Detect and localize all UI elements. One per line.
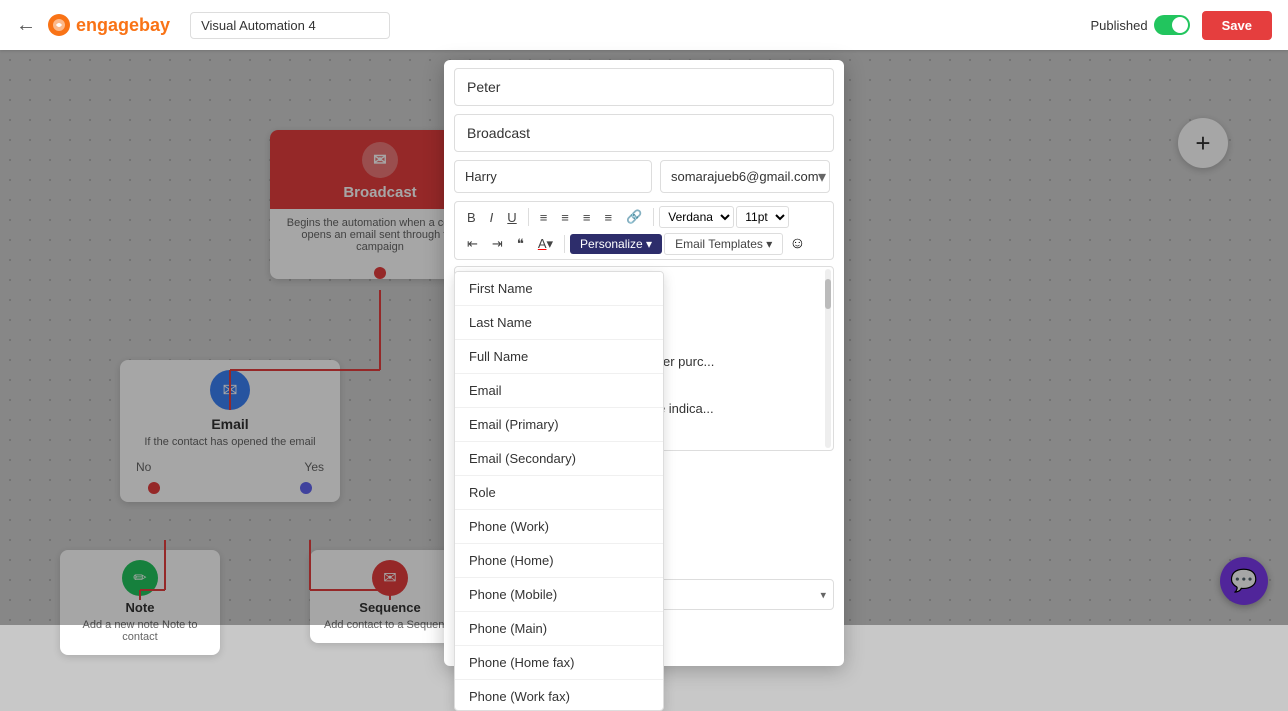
sep3 — [564, 235, 565, 253]
save-button[interactable]: Save — [1202, 11, 1272, 40]
text-color-button[interactable]: A▾ — [532, 233, 559, 255]
personalize-item[interactable]: Phone (Main) — [455, 612, 663, 646]
emoji-button[interactable]: ☺ — [785, 233, 809, 255]
personalize-item[interactable]: Phone (Home fax) — [455, 646, 663, 680]
toggle-thumb — [1172, 17, 1188, 33]
automation-name-input[interactable] — [190, 12, 390, 39]
sep2 — [653, 208, 654, 226]
font-size-select[interactable]: 11pt — [736, 206, 789, 228]
personalize-item[interactable]: Phone (Work) — [455, 510, 663, 544]
to-field[interactable] — [454, 68, 834, 106]
personalize-item[interactable]: First Name — [455, 272, 663, 306]
broadcast-modal: somarajueb6@gmail.com B I U ≡ ≡ ≡ ≡ 🔗 Ve… — [444, 60, 844, 666]
editor-scrollthumb — [825, 279, 831, 309]
quote-button[interactable]: ❝ — [511, 233, 530, 255]
bold-button[interactable]: B — [461, 207, 482, 228]
email-templates-button[interactable]: Email Templates ▾ — [664, 233, 783, 255]
indent-right-button[interactable]: ⇥ — [486, 233, 509, 255]
published-label: Published — [1091, 18, 1148, 33]
personalize-item[interactable]: Phone (Work fax) — [455, 680, 663, 711]
modal-overlay: somarajueb6@gmail.com B I U ≡ ≡ ≡ ≡ 🔗 Ve… — [0, 50, 1288, 625]
toolbar-wrapper: B I U ≡ ≡ ≡ ≡ 🔗 Verdana 11pt ⇤ — [444, 201, 844, 260]
indent-left-button[interactable]: ⇤ — [461, 233, 484, 255]
sep1 — [528, 208, 529, 226]
logo: engagebay — [48, 14, 170, 36]
logo-icon — [48, 14, 70, 36]
link-button[interactable]: 🔗 — [620, 206, 648, 228]
subject-field[interactable] — [454, 114, 834, 152]
toggle-track[interactable] — [1154, 15, 1190, 35]
logo-text: engagebay — [76, 15, 170, 36]
personalize-item[interactable]: Phone (Home) — [455, 544, 663, 578]
from-email-select-wrap: somarajueb6@gmail.com — [660, 160, 834, 193]
personalize-item[interactable]: Phone (Mobile) — [455, 578, 663, 612]
align-center-button[interactable]: ≡ — [555, 207, 575, 228]
from-row: somarajueb6@gmail.com — [454, 160, 834, 193]
personalize-item[interactable]: Full Name — [455, 340, 663, 374]
from-name-input[interactable] — [454, 160, 652, 193]
personalize-dropdown: First NameLast NameFull NameEmailEmail (… — [454, 271, 664, 711]
align-justify-button[interactable]: ≡ — [598, 207, 618, 228]
published-toggle: Published — [1091, 15, 1190, 35]
italic-button[interactable]: I — [484, 207, 500, 228]
align-right-button[interactable]: ≡ — [577, 207, 597, 228]
personalize-item[interactable]: Role — [455, 476, 663, 510]
personalize-item[interactable]: Last Name — [455, 306, 663, 340]
underline-button[interactable]: U — [501, 207, 522, 228]
back-icon[interactable]: ← — [16, 14, 36, 37]
top-nav: ← engagebay Published Save — [0, 0, 1288, 50]
from-email-select[interactable]: somarajueb6@gmail.com — [660, 160, 830, 193]
editor-scrollbar[interactable] — [825, 269, 831, 448]
personalize-item[interactable]: Email (Primary) — [455, 408, 663, 442]
font-family-select[interactable]: Verdana — [659, 206, 734, 228]
personalize-item[interactable]: Email — [455, 374, 663, 408]
align-left-button[interactable]: ≡ — [534, 207, 554, 228]
personalize-item[interactable]: Email (Secondary) — [455, 442, 663, 476]
personalize-button[interactable]: Personalize ▾ — [570, 234, 662, 254]
editor-toolbar: B I U ≡ ≡ ≡ ≡ 🔗 Verdana 11pt ⇤ — [454, 201, 834, 260]
toolbar-row2: ⇤ ⇥ ❝ A▾ Personalize ▾ Email Templates ▾… — [461, 233, 827, 255]
